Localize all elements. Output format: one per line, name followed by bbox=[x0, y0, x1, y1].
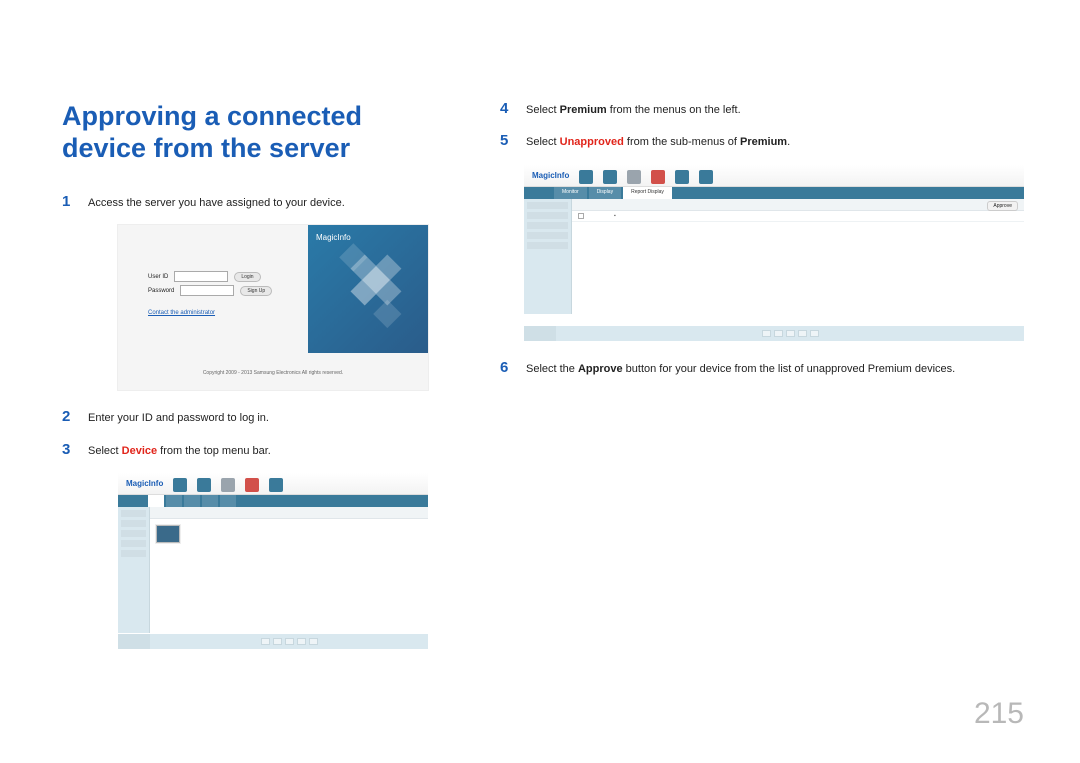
step-5: 5 Select Unapproved from the sub-menus o… bbox=[500, 132, 1024, 150]
step-2: 2 Enter your ID and password to log in. bbox=[62, 408, 450, 426]
screenshot-login: User ID Login Password Sign Up Contact t… bbox=[118, 225, 428, 390]
sub-tab[interactable]: Monitor bbox=[554, 187, 587, 199]
copyright-text: Copyright 2009 - 2013 Samsung Electronic… bbox=[118, 370, 428, 376]
nav-icon[interactable] bbox=[651, 170, 665, 184]
app-brand: MagicInfo bbox=[126, 479, 163, 488]
step-text: Select Device from the top menu bar. bbox=[88, 444, 271, 459]
sidebar-item[interactable] bbox=[527, 202, 568, 209]
sidebar-item[interactable] bbox=[121, 530, 146, 537]
step-4: 4 Select Premium from the menus on the l… bbox=[500, 100, 1024, 118]
step-text: Select Unapproved from the sub-menus of … bbox=[526, 135, 790, 150]
table-row[interactable]: ▪ bbox=[572, 211, 1024, 222]
login-button[interactable]: Login bbox=[234, 272, 260, 282]
brand-label: MagicInfo bbox=[316, 233, 351, 242]
step-number: 1 bbox=[62, 193, 74, 210]
password-input[interactable] bbox=[180, 285, 234, 296]
sidebar-item[interactable] bbox=[527, 212, 568, 219]
step-3: 3 Select Device from the top menu bar. bbox=[62, 441, 450, 459]
screenshot-device-menu: MagicInfo bbox=[118, 473, 428, 649]
step-number: 3 bbox=[62, 441, 74, 458]
nav-icon[interactable] bbox=[603, 170, 617, 184]
step-text: Select the Approve button for your devic… bbox=[526, 362, 955, 377]
sub-tab[interactable] bbox=[166, 495, 182, 507]
sidebar-item[interactable] bbox=[527, 242, 568, 249]
sidebar-item[interactable] bbox=[121, 550, 146, 557]
userid-label: User ID bbox=[148, 274, 168, 280]
toolbar: Approve bbox=[572, 199, 1024, 211]
contact-admin-link[interactable]: Contact the administrator bbox=[148, 310, 288, 316]
sub-tab[interactable] bbox=[184, 495, 200, 507]
nav-icon[interactable] bbox=[221, 478, 235, 492]
step-number: 2 bbox=[62, 408, 74, 425]
step-number: 6 bbox=[500, 359, 512, 376]
step-1: 1 Access the server you have assigned to… bbox=[62, 193, 450, 211]
signup-button[interactable]: Sign Up bbox=[240, 286, 272, 296]
sub-tab[interactable]: Display bbox=[589, 187, 621, 199]
sidebar-item[interactable] bbox=[121, 520, 146, 527]
step-text: Enter your ID and password to log in. bbox=[88, 411, 269, 426]
toolbar bbox=[150, 507, 428, 519]
nav-icon[interactable] bbox=[269, 478, 283, 492]
sidebar-item[interactable] bbox=[527, 222, 568, 229]
approve-button[interactable]: Approve bbox=[987, 201, 1018, 211]
sidebar-item[interactable] bbox=[121, 540, 146, 547]
nav-icon[interactable] bbox=[579, 170, 593, 184]
step-number: 5 bbox=[500, 132, 512, 149]
nav-icon[interactable] bbox=[197, 478, 211, 492]
step-number: 4 bbox=[500, 100, 512, 117]
decorative-diamond-icon bbox=[362, 266, 390, 294]
userid-input[interactable] bbox=[174, 271, 228, 282]
nav-icon[interactable] bbox=[699, 170, 713, 184]
row-checkbox[interactable] bbox=[578, 213, 584, 219]
nav-icon[interactable] bbox=[627, 170, 641, 184]
app-brand: MagicInfo bbox=[532, 171, 569, 180]
device-thumbnail[interactable] bbox=[156, 525, 180, 543]
nav-icon[interactable] bbox=[173, 478, 187, 492]
step-text: Select Premium from the menus on the lef… bbox=[526, 103, 741, 118]
password-label: Password bbox=[148, 288, 174, 294]
screenshot-unapproved-list: MagicInfo Monitor Display Report Display bbox=[524, 165, 1024, 341]
step-6: 6 Select the Approve button for your dev… bbox=[500, 359, 1024, 377]
login-graphic: MagicInfo bbox=[308, 225, 428, 353]
step-text: Access the server you have assigned to y… bbox=[88, 196, 345, 211]
page-title: Approving a connected device from the se… bbox=[62, 100, 450, 165]
sidebar-item[interactable] bbox=[527, 232, 568, 239]
nav-icon[interactable] bbox=[675, 170, 689, 184]
sub-tab[interactable]: Report Display bbox=[623, 187, 672, 199]
sub-tab[interactable] bbox=[148, 495, 164, 507]
sidebar-item[interactable] bbox=[121, 510, 146, 517]
nav-icon[interactable] bbox=[245, 478, 259, 492]
sub-tab[interactable] bbox=[220, 495, 236, 507]
page-number: 215 bbox=[974, 697, 1024, 731]
sub-tab[interactable] bbox=[202, 495, 218, 507]
